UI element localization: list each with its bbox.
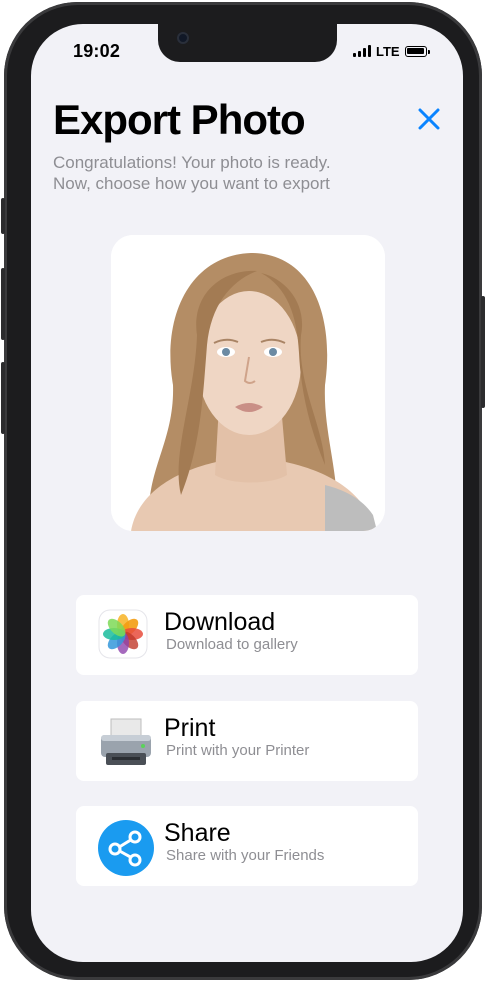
subtitle-line-1: Congratulations! Your photo is ready. xyxy=(53,153,331,172)
share-subtitle: Share with your Friends xyxy=(166,847,325,864)
signal-icon xyxy=(353,45,371,57)
share-title: Share xyxy=(164,819,231,847)
screen: 19:02 LTE Export Photo Congratulations! … xyxy=(31,24,463,962)
portrait-photo xyxy=(111,235,385,531)
volume-down-button xyxy=(1,362,5,434)
network-type: LTE xyxy=(376,43,400,59)
download-option[interactable]: Download Download to gallery xyxy=(76,595,418,675)
phone-frame: 19:02 LTE Export Photo Congratulations! … xyxy=(1,2,485,980)
page-title: Export Photo xyxy=(53,96,306,143)
photos-app-icon xyxy=(98,609,150,661)
print-subtitle: Print with your Printer xyxy=(166,742,310,759)
close-button[interactable] xyxy=(414,104,444,134)
mute-switch xyxy=(1,198,5,234)
photo-preview xyxy=(111,235,385,531)
status-indicators: LTE xyxy=(353,43,430,59)
print-title: Print xyxy=(164,714,216,742)
download-title: Download xyxy=(164,608,276,636)
printer-icon xyxy=(98,715,151,767)
power-button xyxy=(481,296,485,408)
share-icon xyxy=(98,820,154,876)
notch xyxy=(158,24,337,62)
subtitle-line-2: Now, choose how you want to export xyxy=(53,174,330,193)
front-camera xyxy=(177,32,189,44)
battery-icon xyxy=(404,45,430,57)
download-subtitle: Download to gallery xyxy=(166,636,298,653)
page-subtitle: Congratulations! Your photo is ready. No… xyxy=(53,152,413,194)
close-icon xyxy=(418,108,440,130)
print-option[interactable]: Print Print with your Printer xyxy=(76,701,418,781)
status-time: 19:02 xyxy=(73,41,121,61)
share-option[interactable]: Share Share with your Friends xyxy=(76,806,418,886)
volume-up-button xyxy=(1,268,5,340)
